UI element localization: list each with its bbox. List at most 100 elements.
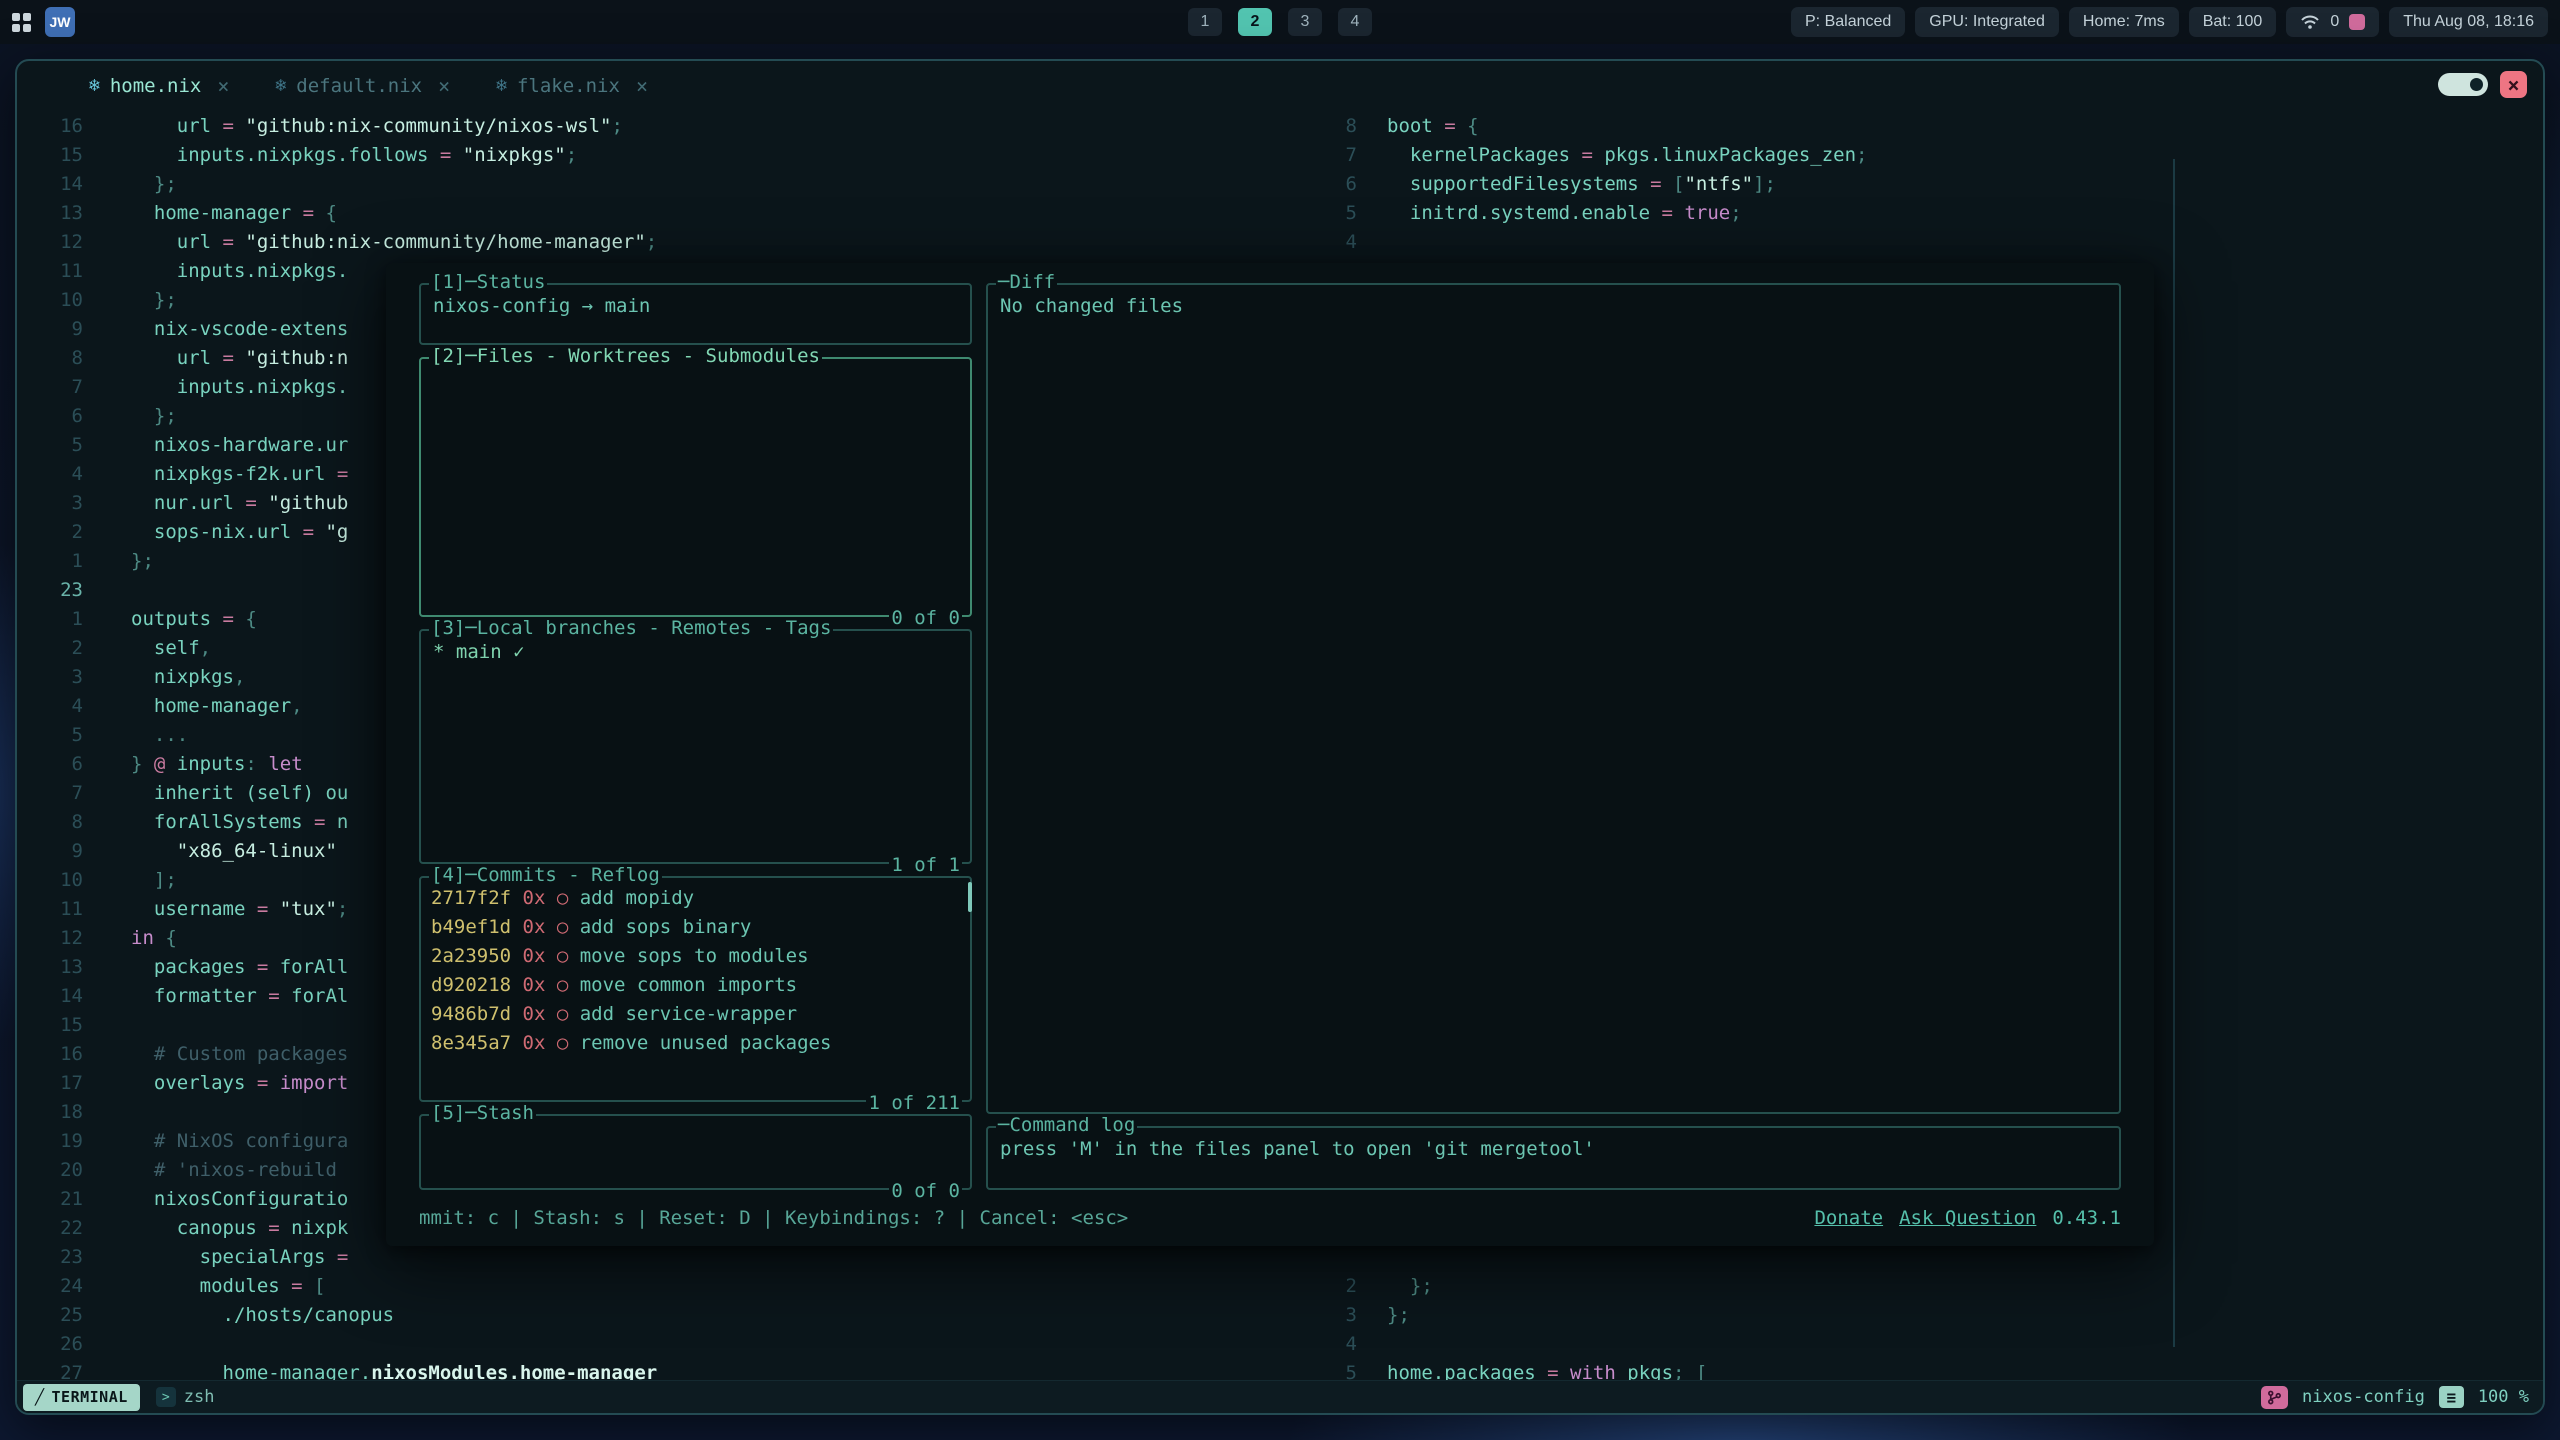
panel-command-log[interactable]: Command log press 'M' in the files panel…: [986, 1126, 2121, 1190]
editor-window: ❄home.nix×❄default.nix×❄flake.nix× × 16 …: [15, 59, 2545, 1415]
line-number: 10: [27, 866, 83, 895]
tab-close-icon[interactable]: ×: [438, 74, 450, 98]
code-line[interactable]: 6 supportedFilesystems = ["ntfs"];: [1297, 170, 2173, 199]
line-number: 23: [27, 1243, 83, 1272]
line-content: url = "github:nix-community/nixos-wsl";: [131, 112, 623, 141]
line-number: 13: [27, 953, 83, 982]
commit-row[interactable]: 2a23950 0x ○ move sops to modules: [431, 942, 960, 971]
tab-default.nix[interactable]: ❄default.nix×: [259, 61, 466, 110]
git-branch-icon[interactable]: [2261, 1386, 2288, 1409]
line-number: 9: [27, 837, 83, 866]
line-content: };: [131, 170, 177, 199]
line-number: 11: [27, 257, 83, 286]
line-content: nix-vscode-extens: [131, 315, 348, 344]
donate-link[interactable]: Donate: [1814, 1207, 1883, 1229]
file-position-icon[interactable]: ≡: [2439, 1386, 2464, 1408]
commits-scrollbar[interactable]: [968, 882, 972, 912]
panel-stash-title: [5]Stash: [429, 1102, 536, 1124]
lazygit-version: 0.43.1: [2052, 1207, 2121, 1229]
line-number: 3: [27, 489, 83, 518]
tab-home.nix[interactable]: ❄home.nix×: [73, 61, 245, 110]
code-line[interactable]: 4: [1297, 228, 2173, 257]
code-line[interactable]: 7 kernelPackages = pkgs.linuxPackages_ze…: [1297, 141, 2173, 170]
panel-branches-count: 1 of 1: [889, 854, 962, 876]
diff-content: No changed files: [988, 285, 2119, 327]
terminal-tab[interactable]: > zsh: [156, 1387, 215, 1407]
commit-row[interactable]: 9486b7d 0x ○ add service-wrapper: [431, 1000, 960, 1029]
workspace-button-3[interactable]: 3: [1288, 8, 1322, 36]
commit-row[interactable]: 8e345a7 0x ○ remove unused packages: [431, 1029, 960, 1058]
lazygit-links: Donate Ask Question 0.43.1: [1814, 1207, 2121, 1229]
panel-branches[interactable]: [3]Local branches - Remotes - Tags * mai…: [419, 629, 972, 864]
line-number: 14: [27, 982, 83, 1011]
code-line[interactable]: 5home.packages = with pkgs; [: [1297, 1359, 2173, 1380]
code-line[interactable]: 25 ./hosts/canopus: [27, 1301, 1292, 1330]
command-log-content: press 'M' in the files panel to open 'gi…: [988, 1128, 2119, 1170]
code-line[interactable]: 4: [1297, 1330, 2173, 1359]
code-line[interactable]: 3};: [1297, 1301, 2173, 1330]
line-number: 13: [27, 199, 83, 228]
status-chip[interactable]: P: Balanced: [1791, 7, 1905, 37]
line-content: url = "github:n: [131, 344, 348, 373]
commit-row[interactable]: b49ef1d 0x ○ add sops binary: [431, 913, 960, 942]
notification-count[interactable]: 0: [2330, 13, 2339, 31]
line-number: 6: [27, 750, 83, 779]
line-content: specialArgs =: [131, 1243, 348, 1272]
code-line[interactable]: 16 url = "github:nix-community/nixos-wsl…: [27, 112, 1292, 141]
tab-flake.nix[interactable]: ❄ flake.nix ×: [480, 61, 664, 110]
clock[interactable]: Thu Aug 08, 18:16: [2389, 7, 2548, 37]
code-line[interactable]: 24 modules = [: [27, 1272, 1292, 1301]
code-line[interactable]: 23 specialArgs =: [27, 1243, 1292, 1272]
status-chip[interactable]: Home: 7ms: [2069, 7, 2179, 37]
tab-close-icon[interactable]: ×: [636, 74, 648, 98]
code-line[interactable]: 27 home-manager.nixosModules.home-manage…: [27, 1359, 1292, 1380]
top-bar-left: JW: [12, 7, 75, 37]
code-line[interactable]: 2 };: [1297, 1272, 2173, 1301]
commit-row[interactable]: 2717f2f 0x ○ add mopidy: [431, 884, 960, 913]
code-line[interactable]: 15 inputs.nixpkgs.follows = "nixpkgs";: [27, 141, 1292, 170]
line-number: 27: [27, 1359, 83, 1380]
panel-commits[interactable]: [4]Commits - Reflog 2717f2f 0x ○ add mop…: [419, 876, 972, 1102]
tab-label: flake.nix: [517, 75, 620, 97]
line-content: # Custom packages: [131, 1040, 348, 1069]
line-content: nixos-hardware.ur: [131, 431, 348, 460]
panel-files[interactable]: [2]Files - Worktrees - Submodules 0 of 0: [419, 357, 972, 617]
code-line[interactable]: 13 home-manager = {: [27, 199, 1292, 228]
logo-badge[interactable]: JW: [45, 7, 75, 37]
panel-status-title: [1]Status: [429, 271, 547, 293]
mode-label: TERMINAL: [52, 1388, 128, 1406]
line-content: boot = {: [1387, 112, 1479, 141]
workspace-button-1[interactable]: 1: [1188, 8, 1222, 36]
ask-question-link[interactable]: Ask Question: [1899, 1207, 2036, 1229]
panel-status[interactable]: [1]Status nixos-config → main: [419, 283, 972, 345]
code-line[interactable]: 8 boot = {: [1297, 112, 2173, 141]
workspace-button-2[interactable]: 2: [1238, 8, 1272, 36]
line-number: 4: [1297, 228, 1357, 257]
window-close-button[interactable]: ×: [2500, 71, 2527, 98]
line-number: 8: [1297, 112, 1357, 141]
line-number: 1: [27, 547, 83, 576]
line-content: home-manager,: [131, 692, 303, 721]
status-chip[interactable]: Bat: 100: [2189, 7, 2277, 37]
code-line[interactable]: 5 initrd.systemd.enable = true;: [1297, 199, 2173, 228]
line-number: 18: [27, 1098, 83, 1127]
mode-indicator: ╱ TERMINAL: [23, 1384, 140, 1411]
line-number: 6: [1297, 170, 1357, 199]
recorder-icon[interactable]: [2349, 14, 2365, 30]
panel-stash[interactable]: [5]Stash 0 of 0: [419, 1114, 972, 1190]
window-controls: ×: [2438, 71, 2527, 98]
commit-row[interactable]: d920218 0x ○ move common imports: [431, 971, 960, 1000]
line-content: nixpkgs,: [131, 663, 245, 692]
network-icon[interactable]: [2300, 14, 2320, 30]
nix-snowflake-icon: ❄: [496, 75, 507, 96]
window-pill-toggle[interactable]: [2438, 73, 2488, 96]
code-line[interactable]: 26: [27, 1330, 1292, 1359]
tab-close-icon[interactable]: ×: [217, 74, 229, 98]
app-launcher-icon[interactable]: [12, 13, 31, 32]
workspace-button-4[interactable]: 4: [1338, 8, 1372, 36]
code-line[interactable]: 12 url = "github:nix-community/home-mana…: [27, 228, 1292, 257]
panel-diff[interactable]: Diff No changed files: [986, 283, 2121, 1114]
code-line[interactable]: 14 };: [27, 170, 1292, 199]
line-content: inputs.nixpkgs.: [131, 257, 348, 286]
status-chip[interactable]: GPU: Integrated: [1915, 7, 2059, 37]
